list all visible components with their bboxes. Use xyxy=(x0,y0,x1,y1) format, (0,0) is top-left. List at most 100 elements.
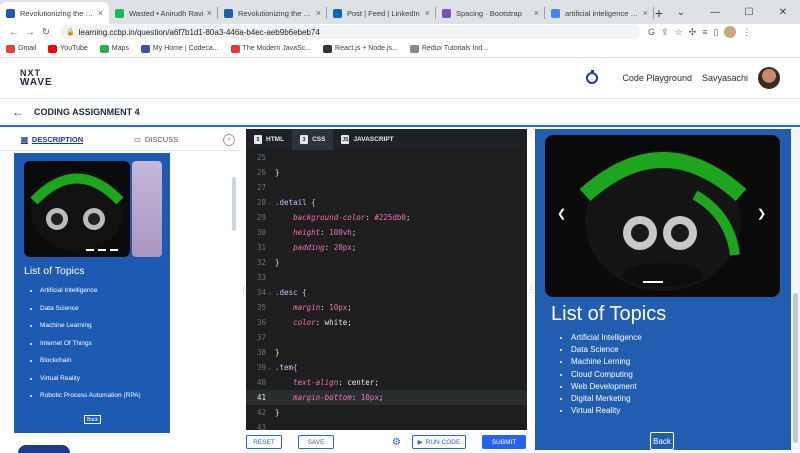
bookmark-star-icon[interactable]: ☆ xyxy=(675,27,683,38)
code-line[interactable]: 40 text-align: center; xyxy=(246,375,527,390)
tab-css[interactable]: 3 CSS xyxy=(292,129,334,150)
close-tab-icon[interactable]: × xyxy=(207,8,212,18)
maximize-button[interactable]: ☐ xyxy=(732,0,766,24)
save-button[interactable]: SAVE xyxy=(298,435,334,449)
code-playground-link[interactable]: Code Playground xyxy=(622,73,692,83)
profile-avatar[interactable] xyxy=(724,26,737,38)
scrollbar-thumb[interactable] xyxy=(793,293,798,443)
robot-hand-image xyxy=(132,161,162,257)
line-number: 33 xyxy=(256,273,266,282)
bookmark-item[interactable]: My Home | Codeca... xyxy=(140,44,219,53)
bookmark-item[interactable]: Maps xyxy=(99,44,129,53)
carousel-indicator[interactable] xyxy=(643,281,663,283)
run-code-button[interactable]: ▶ RUN CODE xyxy=(412,435,466,449)
tab-javascript[interactable]: JS JAVASCRIPT xyxy=(333,129,401,150)
close-tab-icon[interactable]: × xyxy=(643,8,648,18)
browser-tab[interactable]: Revolutionizing the Job Ma× xyxy=(0,2,109,24)
code-line[interactable]: 26} xyxy=(246,165,527,180)
tab-title: Spacing · Bootstrap xyxy=(456,8,522,18)
code-line[interactable]: 39 ⌄ .tem{ xyxy=(246,360,527,375)
reset-button[interactable]: RESET xyxy=(246,435,282,449)
bookmark-item[interactable]: Gmail xyxy=(6,44,36,53)
code-line[interactable]: 27 xyxy=(246,180,527,195)
google-icon[interactable]: G xyxy=(648,27,655,37)
code-line[interactable]: 34 ⌄ .desc { xyxy=(246,285,527,300)
code-line[interactable]: 28 ⌄ .detail { xyxy=(246,195,527,210)
tab-discuss[interactable]: ▭ DISCUSS xyxy=(104,129,208,151)
back-arrow-icon[interactable]: ← xyxy=(12,105,24,119)
code-line[interactable]: 31 padding: 20px; xyxy=(246,240,527,255)
browser-tab[interactable]: Revolutionizing the Job Ma× xyxy=(218,2,327,24)
code-line[interactable]: 37 xyxy=(246,330,527,345)
browser-tab[interactable]: Wasted • Anirudh Ravi × xyxy=(109,2,218,24)
bookmark-favicon-icon xyxy=(99,44,109,53)
username[interactable]: Savyasachi xyxy=(702,73,748,83)
tab-title: Post | Feed | LinkedIn xyxy=(347,8,420,18)
browser-tab[interactable]: Spacing · Bootstrap × xyxy=(436,2,545,24)
code-area[interactable]: 25 26} 27 28 ⌄ .detail {29 background-color: … xyxy=(246,150,527,432)
bookmark-item[interactable]: Redux Tutorials Ind... xyxy=(409,44,489,53)
close-tab-icon[interactable]: × xyxy=(316,8,321,18)
code-line[interactable]: 33 xyxy=(246,270,527,285)
reload-icon[interactable]: ↻ xyxy=(38,27,54,38)
tab-discuss-label: DISCUSS xyxy=(144,135,179,144)
extensions-puzzle-icon[interactable]: ✣ xyxy=(689,27,697,38)
minimize-button[interactable]: — xyxy=(698,0,732,24)
carousel-prev-icon[interactable]: ❮ xyxy=(557,207,566,220)
media-icon[interactable]: ≡ xyxy=(702,27,707,37)
code-line[interactable]: 38} xyxy=(246,345,527,360)
description-tabs: ▤ DESCRIPTION ▭ DISCUSS ‹ xyxy=(0,129,241,151)
code-line[interactable]: 42} xyxy=(246,405,527,420)
close-tab-icon[interactable]: × xyxy=(425,8,430,18)
code-text: text-align: center; xyxy=(293,378,379,387)
collapse-panel-button[interactable]: ‹ xyxy=(223,133,235,146)
code-text: background-color: #225db0; xyxy=(293,213,411,222)
sidebar-icon[interactable]: ▯ xyxy=(713,27,718,38)
close-tab-icon[interactable]: × xyxy=(98,8,103,18)
bookmark-item[interactable]: YouTube xyxy=(48,44,88,53)
forward-arrow-icon[interactable]: → xyxy=(22,27,38,38)
close-window-button[interactable]: ✕ xyxy=(766,0,800,24)
bookmark-label: Redux Tutorials Ind... xyxy=(421,45,489,52)
code-line[interactable]: 35 margin: 10px; xyxy=(246,300,527,315)
code-line[interactable]: 36 color: white; xyxy=(246,315,527,330)
gear-icon[interactable]: ⚙ xyxy=(392,437,401,448)
expected-output-image: List of Topics Artificial Intelligence Da… xyxy=(14,153,170,433)
preview-scrollbar[interactable] xyxy=(791,129,800,450)
bookmark-item[interactable]: React.js + Node.js... xyxy=(323,44,398,53)
code-line[interactable]: 30 height: 100vh; xyxy=(246,225,527,240)
new-tab-button[interactable]: + xyxy=(654,2,664,24)
submit-button[interactable]: SUBMIT xyxy=(482,435,526,449)
browser-tabs: Revolutionizing the Job Ma×Wasted • Anir… xyxy=(0,0,654,24)
help-button[interactable] xyxy=(18,445,70,453)
panel-scrollbar[interactable] xyxy=(232,177,236,231)
url-input[interactable]: 🔒 learning.ccbp.in/question/a6f7b1d1-80a… xyxy=(60,25,640,39)
stopwatch-icon[interactable] xyxy=(586,70,599,84)
share-icon[interactable]: ⇪ xyxy=(661,27,669,38)
browser-tab[interactable]: Post | Feed | LinkedIn × xyxy=(327,2,436,24)
fold-chevron-icon[interactable]: ⌄ xyxy=(268,285,272,300)
list-item: Digital Merketing xyxy=(571,394,642,403)
avatar[interactable] xyxy=(758,67,780,89)
code-line[interactable]: 32} xyxy=(246,255,527,270)
assignment-header: ← CODING ASSIGNMENT 4 xyxy=(0,99,800,127)
close-tab-icon[interactable]: × xyxy=(534,8,539,18)
fold-chevron-icon[interactable]: ⌄ xyxy=(268,360,272,375)
tab-description[interactable]: ▤ DESCRIPTION xyxy=(0,129,104,151)
right-splitter-handle[interactable]: ⋮ xyxy=(527,129,535,450)
bookmark-item[interactable]: The Modern JavaSc... xyxy=(230,44,311,53)
preview-back-button[interactable]: Back xyxy=(650,432,674,450)
fold-chevron-icon[interactable]: ⌄ xyxy=(268,195,272,210)
nxtwave-logo[interactable]: NXT WAVE xyxy=(20,69,53,88)
code-line[interactable]: 41 margin-bottom: 10px; xyxy=(246,390,527,405)
tab-html[interactable]: 5 HTML xyxy=(246,129,292,150)
chevron-down-icon[interactable]: ⌄ xyxy=(664,0,698,24)
tab-favicon-icon xyxy=(442,8,451,18)
back-arrow-icon[interactable]: ← xyxy=(6,27,22,38)
menu-dots-icon[interactable]: ⋮ xyxy=(742,27,751,38)
carousel-next-icon[interactable]: ❯ xyxy=(757,207,766,220)
carousel-image xyxy=(545,135,780,297)
browser-tab[interactable]: artificial inteligence - Goog× xyxy=(545,2,654,24)
code-line[interactable]: 29 background-color: #225db0; xyxy=(246,210,527,225)
code-line[interactable]: 25 xyxy=(246,150,527,165)
